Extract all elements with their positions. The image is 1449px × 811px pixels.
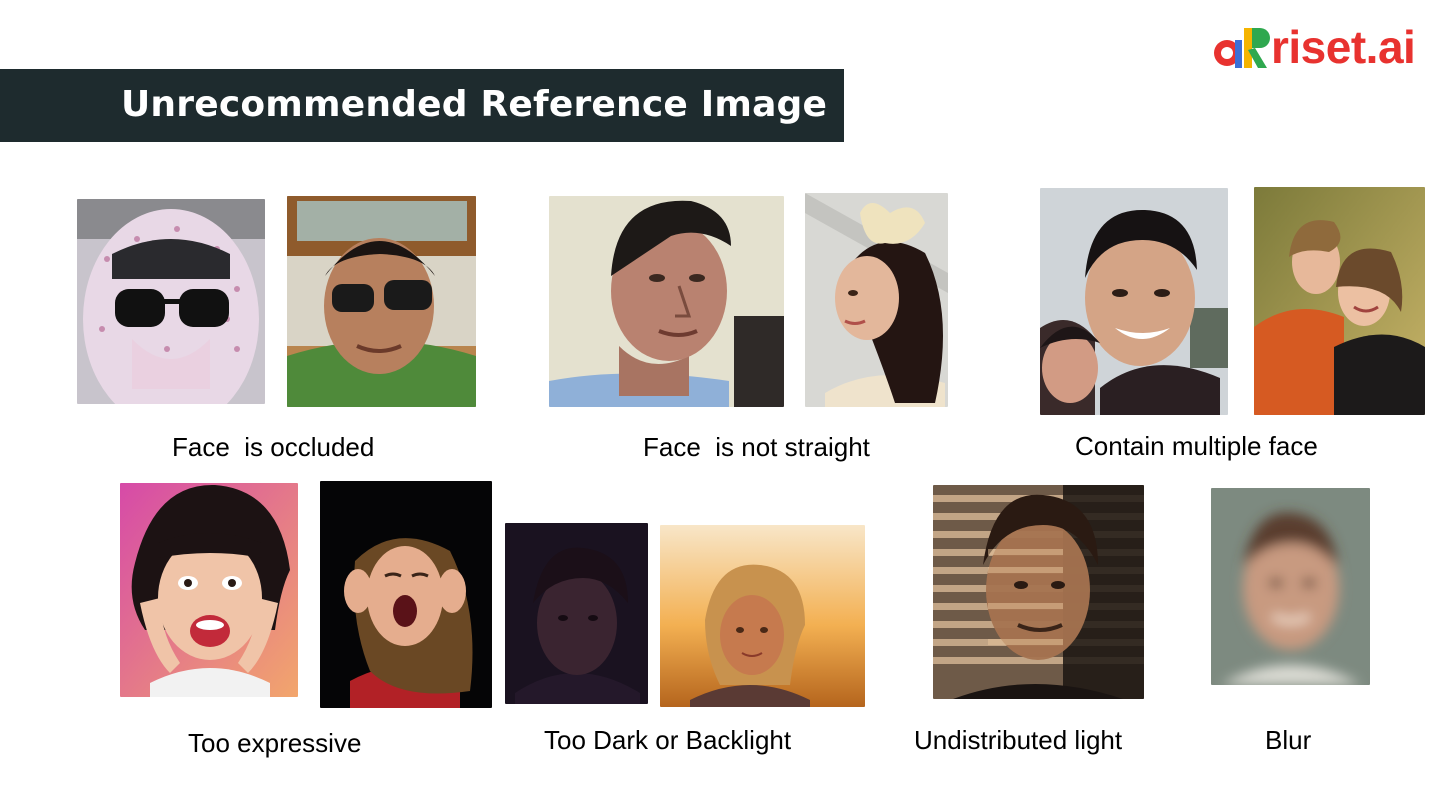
riset-ai-logo-mark-icon bbox=[1214, 28, 1270, 68]
caption-face-occluded: Face is occluded bbox=[172, 432, 375, 462]
caption-face-not-straight: Face is not straight bbox=[643, 432, 870, 462]
photo-not-straight-girl bbox=[805, 193, 948, 407]
photo-too-dark-person bbox=[505, 523, 648, 704]
page-title: Unrecommended Reference Image bbox=[121, 84, 828, 125]
photo-blur-man bbox=[1211, 488, 1370, 685]
photo-backlight-child bbox=[660, 525, 865, 707]
caption-too-dark-or-backlight: Too Dark or Backlight bbox=[544, 725, 792, 755]
photo-expressive-surprised-woman bbox=[120, 483, 298, 697]
logo-wordmark: riset.ai bbox=[1271, 21, 1416, 73]
photo-multiple-couple bbox=[1040, 188, 1228, 415]
caption-multiple-face: Contain multiple face bbox=[1075, 431, 1318, 461]
caption-too-expressive: Too expressive bbox=[188, 728, 362, 758]
photo-multiple-sisters bbox=[1254, 187, 1425, 415]
caption-undistributed-light: Undistributed light bbox=[914, 725, 1123, 755]
photo-undistributed-light-man bbox=[933, 485, 1144, 699]
photo-occluded-hooded-woman bbox=[77, 199, 265, 404]
photo-occluded-sunglasses-man bbox=[287, 196, 476, 407]
caption-blur: Blur bbox=[1265, 725, 1312, 755]
photo-not-straight-man bbox=[549, 196, 784, 407]
photo-expressive-screaming-girl bbox=[320, 481, 492, 708]
riset-ai-logo: riset.ai bbox=[1213, 21, 1428, 73]
